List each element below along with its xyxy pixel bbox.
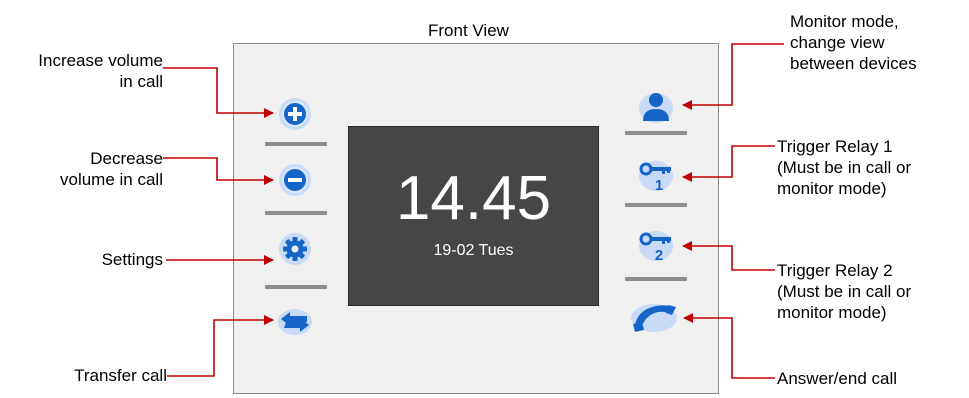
key-2-icon: 2 — [639, 231, 673, 264]
trigger-relay-2-button[interactable]: 2 — [638, 228, 674, 264]
label-line: Trigger Relay 1 — [777, 137, 893, 156]
label-line: between devices — [790, 54, 917, 73]
label-line: volume in call — [60, 170, 163, 189]
key-1-icon: 1 — [639, 161, 673, 194]
label-line: Settings — [101, 250, 163, 269]
clock-date: 19-02 Tues — [433, 242, 514, 259]
label-line: Decrease — [90, 149, 163, 168]
trigger-relay-1-button[interactable]: 1 — [638, 158, 674, 194]
label-transfer-call: Transfer call — [74, 365, 167, 386]
label-line: Increase volume — [38, 51, 163, 70]
increase-volume-button[interactable] — [277, 96, 313, 132]
separator-left-2 — [265, 211, 327, 215]
settings-button[interactable] — [277, 231, 313, 267]
label-line: (Must be in call or — [777, 158, 912, 177]
separator-left-1 — [265, 142, 327, 146]
separator-right-2 — [625, 203, 687, 207]
label-monitor-mode: Monitor mode, change view between device… — [790, 11, 917, 74]
label-line: change view — [790, 33, 885, 52]
separator-right-1 — [625, 131, 687, 135]
decrease-volume-button[interactable] — [277, 162, 313, 198]
minus-circle-icon — [279, 164, 311, 196]
svg-text:2: 2 — [655, 247, 663, 264]
label-line: monitor mode) — [777, 179, 887, 198]
separator-left-3 — [265, 285, 327, 289]
diagram: Front View 14.45 19-02 Tues 1 2 Increase… — [0, 0, 969, 398]
plus-circle-icon — [279, 98, 311, 130]
label-line: Answer/end call — [777, 369, 898, 388]
transfer-call-button[interactable] — [277, 304, 313, 340]
svg-text:1: 1 — [655, 177, 663, 194]
display-screen: 14.45 19-02 Tues — [348, 126, 599, 306]
label-decrease-volume: Decrease volume in call — [60, 148, 163, 190]
user-icon — [639, 93, 673, 123]
answer-end-call-button[interactable] — [630, 300, 678, 336]
label-answer-end-call: Answer/end call — [777, 368, 897, 389]
phone-handset-icon — [631, 304, 677, 332]
label-settings: Settings — [102, 249, 163, 270]
transfer-arrows-icon — [278, 309, 312, 335]
label-line: Transfer call — [74, 366, 167, 385]
label-increase-volume: Increase volume in call — [38, 50, 163, 92]
label-line: Trigger Relay 2 — [777, 261, 893, 280]
separator-right-3 — [625, 277, 687, 281]
label-line: monitor mode) — [777, 303, 887, 322]
label-line: (Must be in call or — [777, 282, 912, 301]
clock-time: 14.45 — [395, 164, 552, 233]
monitor-mode-button[interactable] — [638, 88, 674, 124]
label-trigger-relay-1: Trigger Relay 1 (Must be in call or moni… — [777, 136, 911, 199]
gear-icon — [279, 233, 311, 265]
label-trigger-relay-2: Trigger Relay 2 (Must be in call or moni… — [777, 260, 911, 323]
label-line: in call — [119, 72, 163, 91]
label-line: Monitor mode, — [790, 12, 899, 31]
diagram-title: Front View — [428, 21, 509, 40]
